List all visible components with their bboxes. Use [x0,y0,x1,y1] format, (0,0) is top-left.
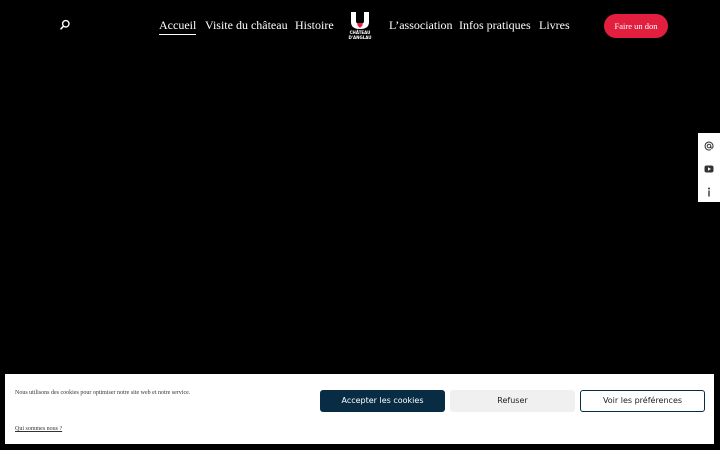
nav-item-infos-pratiques[interactable]: Infos pratiques [459,17,531,33]
info-icon[interactable] [698,180,720,203]
donate-button[interactable]: Faire un don [604,14,668,38]
site-header: Accueil Visite du château Histoire CHÂTE… [0,0,720,50]
cookie-message: Nous utilisons des cookies pour optimise… [15,390,191,396]
accept-cookies-button[interactable]: Accepter les cookies [320,390,445,412]
view-preferences-button[interactable]: Voir les préférences [580,390,705,412]
nav-item-accueil[interactable]: Accueil [159,17,197,35]
about-us-link[interactable]: Qui sommes nous ? [15,426,62,432]
search-icon[interactable] [58,18,72,32]
refuse-cookies-button[interactable]: Refuser [450,390,575,412]
youtube-icon[interactable] [698,157,720,180]
cookie-banner: Nous utilisons des cookies pour optimise… [5,374,714,444]
email-icon[interactable] [698,134,720,157]
nav-item-association[interactable]: L’association [389,17,453,33]
nav-item-visite-du-chateau[interactable]: Visite du château [205,17,288,33]
nav-item-histoire[interactable]: Histoire [295,17,334,33]
nav-item-livres[interactable]: Livres [539,17,570,33]
side-tools [698,133,720,202]
logo-line-2: D'ANGLAU [348,35,372,40]
site-logo[interactable]: CHÂTEAU D'ANGLAU [348,11,372,41]
